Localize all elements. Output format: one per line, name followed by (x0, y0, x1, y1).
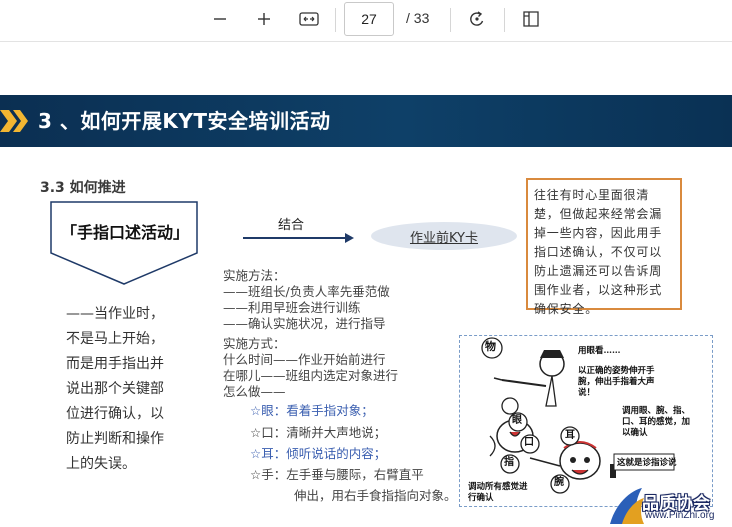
step-eye: ☆眼：看着手指对象； (250, 403, 374, 418)
way-item: 怎么做—— (223, 384, 286, 399)
slide-page: 3 、如何开展KYT安全培训活动 3.3 如何推进 「手指口述活动」 结合 作业… (0, 95, 732, 527)
title-banner: 3 、如何开展KYT安全培训活动 (0, 95, 732, 147)
minus-icon (214, 18, 226, 20)
page-number-input[interactable]: 27 (344, 2, 394, 36)
section-title: 3.3 如何推进 (40, 180, 126, 196)
zoom-out-button[interactable] (208, 6, 232, 32)
ky-card-label: 作业前KY卡 (409, 231, 478, 246)
chevron-icon (0, 110, 28, 132)
slide-title: 3 、如何开展KYT安全培训活动 (38, 109, 331, 133)
description-line: 不是马上开始， (66, 331, 164, 347)
way-item: 什么时间——作业开始前进行 (223, 352, 386, 367)
toolbar-separator (450, 8, 451, 32)
description-line: 防止判断和操作 (66, 431, 164, 447)
method-item: ——班组长/负责人率先垂范做 (223, 284, 390, 299)
illustration-wrist: 腕 (554, 477, 564, 488)
page-total: / 33 (406, 10, 430, 26)
illustration-thing: 物 (485, 340, 496, 353)
note-box: 往往有时心里面很清楚，但做起来经常会漏掉一些内容，因此用手指口述确认，不仅可以防… (526, 178, 682, 316)
ways-title: 实施方式： (223, 336, 286, 351)
pentagon-label: 「手指口述活动」 (60, 223, 189, 242)
step-mouth: ☆口：清晰并大声地说； (250, 425, 387, 440)
illustration-mouth: 口 (524, 437, 534, 448)
illustration-ear: 耳 (565, 430, 575, 441)
description-line: 而是用手指出并 (66, 356, 164, 372)
pentagon-shape (50, 201, 198, 285)
description-line: 上的失误。 (66, 456, 136, 472)
step-hand-cont: 伸出，用右手食指指向对象。 (294, 488, 457, 503)
methods-title: 实施方法： (223, 268, 286, 283)
description-line: 说出那个关键部 (66, 381, 164, 397)
arrow-right-icon (243, 233, 354, 243)
method-item: ——利用早班会进行训练 (223, 300, 361, 315)
illustration-finger: 指 (504, 457, 514, 468)
fit-width-button[interactable] (296, 6, 322, 32)
illustration-mobilize: 调动所有感觉进行确认 (468, 482, 528, 503)
illustration-senses: 调用眼、腕、指、口、耳的感觉，加以确认 (622, 406, 691, 438)
zoom-in-button[interactable] (252, 6, 276, 32)
fit-width-icon (299, 12, 319, 26)
toolbar-separator (335, 8, 336, 32)
toolbar-separator (504, 8, 505, 32)
description-line: 位进行确认，以 (66, 406, 164, 422)
page-view-button[interactable] (518, 6, 544, 32)
illustration-panel: 物 用眼看…… 以正确的姿势伸开手腕，伸出手指着大声说！ 调用眼、腕、指、口、耳… (459, 335, 713, 507)
pdf-toolbar: 27 / 33 (0, 0, 732, 42)
way-item: 在哪儿——班组内选定对象进行 (223, 368, 399, 383)
illustration-confirm: 这就是诊指诊说 (617, 458, 677, 468)
step-hand: ☆手：左手垂与腰际，右臂直平 (250, 467, 424, 482)
illustration-posture: 以正确的姿势伸开手腕，伸出手指着大声说！ (578, 366, 655, 398)
plus-icon (258, 13, 270, 25)
rotate-button[interactable] (464, 6, 490, 32)
step-ear: ☆耳：倾听说话的内容； (250, 446, 387, 461)
illustration-look: 用眼看…… (578, 346, 621, 356)
method-item: ——确认实施状况，进行指导 (223, 316, 386, 331)
description-line: ——当作业时， (66, 306, 164, 322)
illustration-eye: 眼 (512, 415, 522, 426)
watermark-url: www.PinZhi.org (645, 510, 715, 521)
page-view-icon (523, 11, 539, 27)
rotate-icon (470, 11, 484, 26)
